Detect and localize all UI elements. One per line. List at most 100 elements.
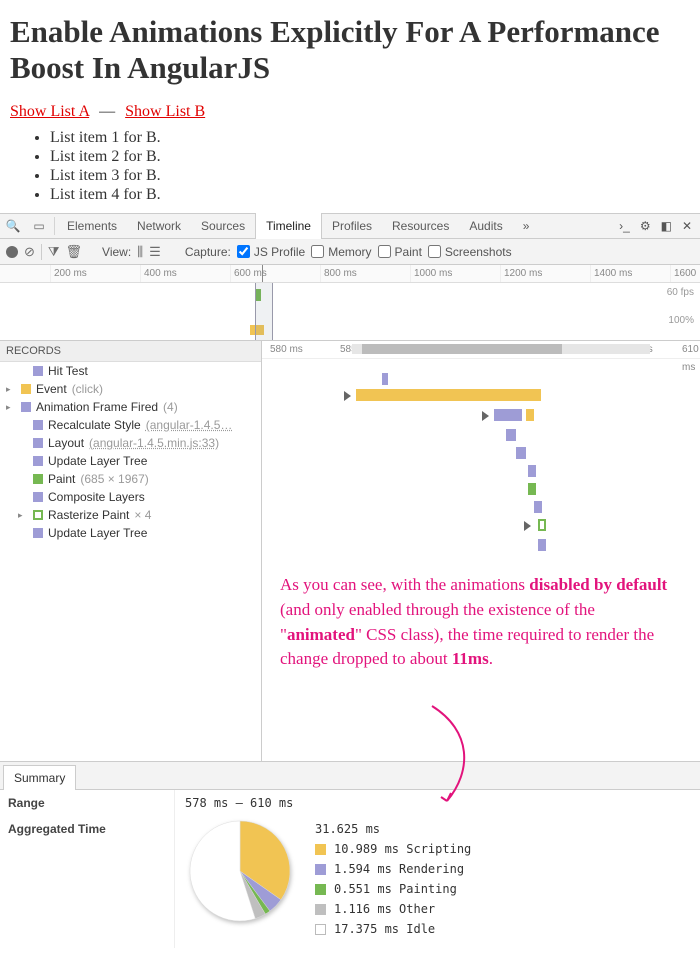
record-row[interactable]: Composite Layers xyxy=(0,488,261,506)
link-separator: — xyxy=(99,103,115,120)
record-label: Rasterize Paint xyxy=(48,508,129,522)
view-bars-icon[interactable]: ⫼ xyxy=(137,244,143,260)
tab-timeline[interactable]: Timeline xyxy=(255,213,322,239)
capture-screenshots[interactable]: Screenshots xyxy=(428,245,512,259)
disclosure-icon[interactable]: ▸ xyxy=(6,384,16,395)
legend-painting: 0.551 ms Painting xyxy=(334,882,457,896)
tab-summary[interactable]: Summary xyxy=(3,765,76,790)
ruler-tick: 1200 ms xyxy=(500,265,542,282)
records-panel: RECORDS Hit Test▸Event (click)▸Animation… xyxy=(0,341,262,761)
close-icon[interactable]: ✕ xyxy=(682,219,692,233)
overview-selection[interactable] xyxy=(255,283,273,340)
capture-label: Capture: xyxy=(185,245,231,259)
capture-memory[interactable]: Memory xyxy=(311,245,371,259)
flame-bar[interactable] xyxy=(538,519,546,531)
record-detail: (685 × 1967) xyxy=(80,472,148,486)
clear-button[interactable]: ⊘ xyxy=(24,244,35,260)
legend-rendering: 1.594 ms Rendering xyxy=(334,862,464,876)
disclosure-icon[interactable]: ▸ xyxy=(6,402,16,413)
view-flame-icon[interactable]: ☰ xyxy=(149,244,161,260)
tab-resources[interactable]: Resources xyxy=(382,213,459,239)
record-label: Paint xyxy=(48,472,75,486)
summary-tabbar: Summary xyxy=(0,762,700,790)
demo-list: List item 1 for B. List item 2 for B. Li… xyxy=(10,129,690,204)
disclosure-icon[interactable]: ▸ xyxy=(18,510,28,521)
fps-label: 60 fps xyxy=(667,287,694,298)
record-row[interactable]: Layout (angular-1.4.5.min.js:33) xyxy=(0,434,261,452)
record-row[interactable]: Update Layer Tree xyxy=(0,524,261,542)
record-label: Layout xyxy=(48,436,84,450)
annotation-arrow-icon xyxy=(422,701,482,811)
record-color-icon xyxy=(33,456,43,466)
record-color-icon xyxy=(33,474,43,484)
flame-scroll-track[interactable] xyxy=(352,344,650,354)
legend-other: 1.116 ms Other xyxy=(334,902,435,916)
record-detail: × 4 xyxy=(134,508,151,522)
tab-audits[interactable]: Audits xyxy=(459,213,512,239)
show-list-a-link[interactable]: Show List A xyxy=(10,103,89,120)
view-label: View: xyxy=(102,245,131,259)
ruler-tick: 400 ms xyxy=(140,265,177,282)
record-label: Update Layer Tree xyxy=(48,526,147,540)
filter-icon[interactable]: ⧩ xyxy=(48,244,60,260)
ruler-tick: 200 ms xyxy=(50,265,87,282)
tab-sources[interactable]: Sources xyxy=(191,213,255,239)
expand-icon[interactable] xyxy=(524,521,531,531)
tab-elements[interactable]: Elements xyxy=(57,213,127,239)
show-list-b-link[interactable]: Show List B xyxy=(125,103,205,120)
tab-network[interactable]: Network xyxy=(127,213,191,239)
ruler-tick: 1000 ms xyxy=(410,265,452,282)
record-row[interactable]: ▸ Animation Frame Fired (4) xyxy=(0,398,261,416)
record-label: Event xyxy=(36,382,67,396)
record-row[interactable]: ▸ Rasterize Paint × 4 xyxy=(0,506,261,524)
flame-scroll-thumb[interactable] xyxy=(362,344,562,354)
record-label: Composite Layers xyxy=(48,490,145,504)
flame-bar[interactable] xyxy=(494,409,522,421)
overview-strip[interactable]: 60 fps 100% xyxy=(0,283,700,341)
flame-bar[interactable] xyxy=(526,409,534,421)
record-label: Animation Frame Fired xyxy=(36,400,158,414)
record-detail: (4) xyxy=(163,400,178,414)
flame-bar[interactable] xyxy=(382,373,388,385)
console-icon[interactable]: ›_ xyxy=(619,219,630,233)
record-detail: (click) xyxy=(72,382,103,396)
gear-icon[interactable]: ⚙ xyxy=(640,219,651,233)
pie-legend: 31.625 ms 10.989 ms Scripting 1.594 ms R… xyxy=(315,816,471,942)
record-row[interactable]: Hit Test xyxy=(0,362,261,380)
capture-jsprofile[interactable]: JS Profile xyxy=(237,245,305,259)
record-row[interactable]: ▸ Event (click) xyxy=(0,380,261,398)
record-color-icon xyxy=(33,420,43,430)
device-icon[interactable]: ▭ xyxy=(26,219,52,233)
ruler-cursor[interactable] xyxy=(262,265,263,282)
flame-bar[interactable] xyxy=(534,501,542,513)
expand-icon[interactable] xyxy=(482,411,489,421)
trash-icon[interactable]: 🗑 xyxy=(66,244,83,260)
record-row[interactable]: Update Layer Tree xyxy=(0,452,261,470)
flame-bar[interactable] xyxy=(516,447,526,459)
flame-chart[interactable]: 580 ms 585 ms 590 ms 595 ms 600 ms 605 m… xyxy=(262,341,700,761)
tab-profiles[interactable]: Profiles xyxy=(322,213,382,239)
dock-icon[interactable]: ◧ xyxy=(661,219,672,233)
flame-bar[interactable] xyxy=(528,483,536,495)
record-row[interactable]: Paint (685 × 1967) xyxy=(0,470,261,488)
list-item: List item 3 for B. xyxy=(50,167,690,185)
overview-ruler[interactable]: 200 ms 400 ms 600 ms 800 ms 1000 ms 1200… xyxy=(0,265,700,283)
flame-bar[interactable] xyxy=(356,389,541,401)
flame-bar[interactable] xyxy=(538,539,546,551)
tab-overflow[interactable]: » xyxy=(513,213,540,239)
flame-bar[interactable] xyxy=(528,465,536,477)
pct-label: 100% xyxy=(668,315,694,326)
summary-panel: Range Aggregated Time 578 ms — 610 ms 31… xyxy=(0,790,700,948)
record-color-icon xyxy=(33,438,43,448)
demo-links: Show List A — Show List B xyxy=(10,103,690,121)
expand-icon[interactable] xyxy=(344,391,351,401)
list-item: List item 4 for B. xyxy=(50,186,690,204)
record-button[interactable] xyxy=(6,246,18,258)
list-item: List item 2 for B. xyxy=(50,148,690,166)
record-row[interactable]: Recalculate Style (angular-1.4.5… xyxy=(0,416,261,434)
capture-paint[interactable]: Paint xyxy=(378,245,422,259)
record-label: Recalculate Style xyxy=(48,418,141,432)
flame-bar[interactable] xyxy=(506,429,516,441)
search-icon[interactable]: 🔍 xyxy=(0,219,26,233)
aggregated-time-label: Aggregated Time xyxy=(0,816,174,842)
